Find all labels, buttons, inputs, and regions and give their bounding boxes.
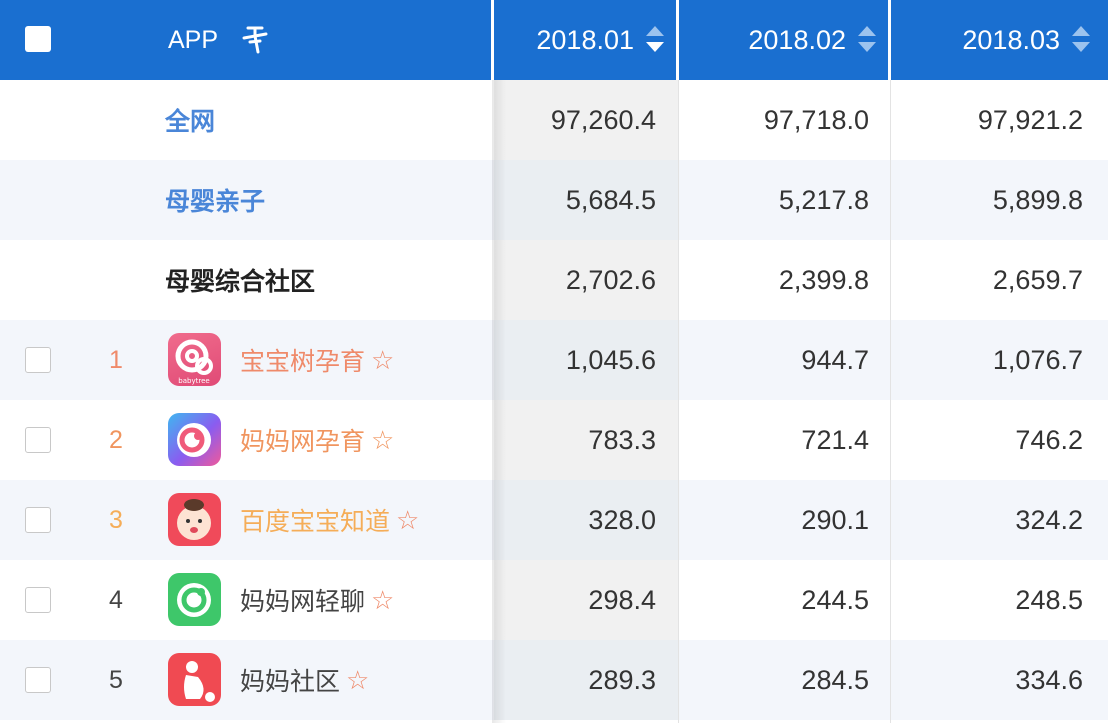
babytree-app-icon[interactable]: babytree [168,333,221,386]
value-cell: 721.4 [801,424,869,455]
app-name: 妈妈网孕育 [240,428,366,456]
star-icon[interactable]: ☆ [346,665,369,696]
value-cell: 2,399.8 [778,264,869,295]
app-name-link[interactable]: 百度宝宝知道 ☆ [240,480,419,560]
table-row[interactable]: 1 babytree 宝宝树孕育 ☆ 1,045.6 944.7 1,076.7 [0,320,1108,400]
app-name: 妈妈社区 [240,668,341,696]
value-cell: 2,659.7 [992,264,1083,295]
select-all-checkbox[interactable] [25,26,51,52]
app-name: 百度宝宝知道 [240,508,391,536]
value-cell: 324.2 [1015,504,1083,535]
rank-number: 5 [109,666,123,694]
value-cell: 1,045.6 [565,344,656,375]
column-header-2018-02[interactable]: 2018.02 [679,0,888,80]
sort-arrows-icon[interactable] [858,26,876,54]
table-row[interactable]: 4 妈妈网轻聊 ☆ 298.4 244.5 248.5 [0,560,1108,640]
value-cell: 5,684.5 [565,184,656,215]
value-cell: 97,260.4 [550,104,656,135]
star-icon[interactable]: ☆ [371,585,394,616]
value-cell: 298.4 [588,584,656,615]
table-row[interactable]: 2 妈妈网孕育 ☆ 783.3 721.4 746.2 [0,400,1108,480]
value-cell: 284.5 [801,664,869,695]
mamanet-pregnancy-app-icon[interactable] [168,413,221,466]
column-header-2018-03[interactable]: 2018.03 [891,0,1108,80]
row-checkbox[interactable] [25,667,51,693]
value-cell: 290.1 [801,504,869,535]
mama-community-app-icon[interactable] [168,653,221,706]
table-row[interactable]: 母婴综合社区 2,702.6 2,399.8 2,659.7 [0,240,1108,320]
value-cell: 97,718.0 [763,104,869,135]
app-name-link[interactable]: 妈妈网轻聊 ☆ [240,560,394,640]
table-row[interactable]: 母婴亲子 5,684.5 5,217.8 5,899.8 [0,160,1108,240]
value-cell: 244.5 [801,584,869,615]
app-name: 妈妈网轻聊 [240,588,366,616]
category-label[interactable]: 母婴亲子 [165,160,265,240]
star-icon[interactable]: ☆ [371,425,394,456]
value-cell: 746.2 [1015,424,1083,455]
row-checkbox[interactable] [25,347,51,373]
category-label: 母婴综合社区 [165,268,316,296]
baidu-baby-app-icon[interactable] [168,493,221,546]
value-cell: 248.5 [1015,584,1083,615]
value-cell: 328.0 [588,504,656,535]
star-icon[interactable]: ☆ [396,505,419,536]
table-row[interactable]: 5 妈妈社区 ☆ 289.3 284.5 334.6 [0,640,1108,720]
babytree-icon-text: babytree [178,377,209,385]
row-checkbox[interactable] [25,427,51,453]
sort-arrows-icon[interactable] [646,26,664,54]
value-cell: 97,921.2 [977,104,1083,135]
app-column-label: APP [168,25,219,54]
value-cell: 783.3 [588,424,656,455]
value-cell: 5,899.8 [992,184,1083,215]
table-header: APP 2018.01 2018.02 2018.03 [0,0,1108,80]
table-row[interactable]: 全网 97,260.4 97,718.0 97,921.2 [0,80,1108,160]
app-name-link[interactable]: 妈妈网孕育 ☆ [240,400,394,480]
value-cell: 334.6 [1015,664,1083,695]
star-icon[interactable]: ☆ [371,345,394,376]
rank-number: 3 [109,506,123,534]
pin-icon[interactable] [240,24,270,56]
rank-number: 1 [109,346,123,374]
rank-number: 2 [109,426,123,454]
category-label[interactable]: 全网 [165,80,215,160]
value-cell: 1,076.7 [992,344,1083,375]
row-checkbox[interactable] [25,587,51,613]
app-name-link[interactable]: 宝宝树孕育 ☆ [240,320,394,400]
app-column-header: APP [168,0,270,80]
value-cell: 2,702.6 [565,264,656,295]
table-row[interactable]: 3 百度宝宝知道 ☆ 328.0 290.1 324.2 [0,480,1108,560]
app-name: 宝宝树孕育 [240,348,366,376]
value-cell: 5,217.8 [778,184,869,215]
app-name-link[interactable]: 妈妈社区 ☆ [240,640,369,720]
column-header-2018-01[interactable]: 2018.01 [494,0,676,80]
row-checkbox[interactable] [25,507,51,533]
value-cell: 944.7 [801,344,869,375]
sort-arrows-icon[interactable] [1072,26,1090,54]
rank-number: 4 [109,586,123,614]
data-table: APP 2018.01 2018.02 2018.03 全网 97,260.4 … [0,0,1108,723]
mamanet-chat-app-icon[interactable] [168,573,221,626]
value-cell: 289.3 [588,664,656,695]
